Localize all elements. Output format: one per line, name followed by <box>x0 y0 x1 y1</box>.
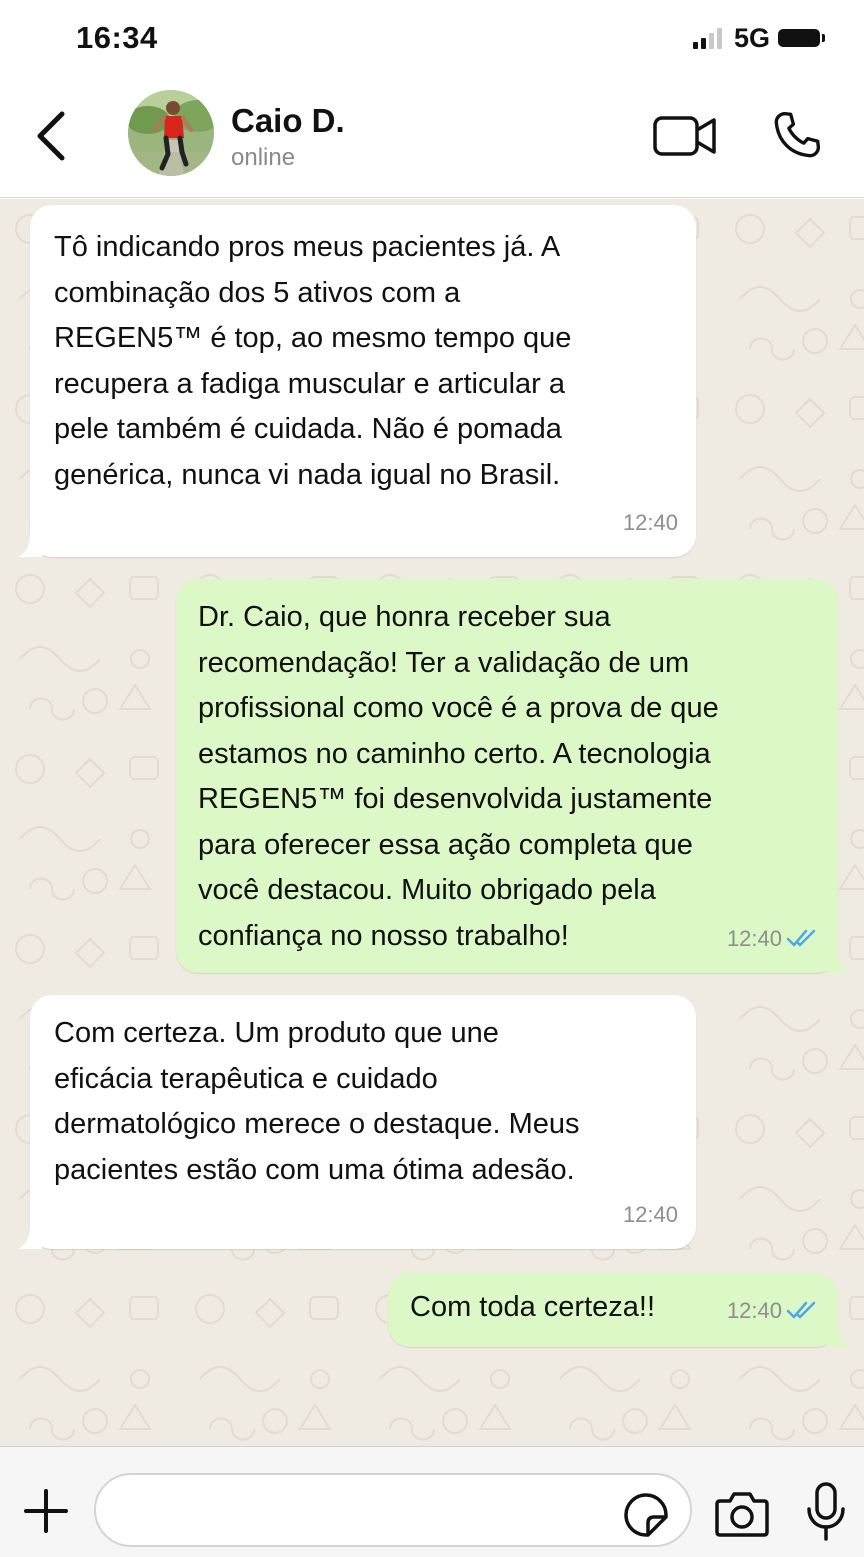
message-bubble-outgoing[interactable]: Dr. Caio, que honra receber sua recomend… <box>176 579 850 973</box>
message-text: Tô indicando pros meus pacientes já. A c… <box>54 231 572 491</box>
sticker-icon <box>624 1493 668 1537</box>
phone-icon <box>774 111 821 158</box>
message-meta: 12:40 <box>727 1288 820 1334</box>
message-time: 12:40 <box>622 1201 678 1227</box>
back-button[interactable] <box>30 106 80 166</box>
chevron-left-icon <box>37 111 65 161</box>
double-check-icon <box>786 1302 816 1319</box>
message-text: Dr. Caio, que honra receber sua recomend… <box>198 601 719 952</box>
runner-photo <box>128 90 214 176</box>
bubble-tail <box>18 535 42 557</box>
message-time: 12:40 <box>726 925 782 951</box>
message-input-bar <box>0 1446 864 1557</box>
chat-header: Caio D. online <box>0 78 864 198</box>
message-input[interactable] <box>94 1473 692 1547</box>
message-meta: 12:40 <box>623 500 678 546</box>
video-call-button[interactable] <box>652 112 718 160</box>
microphone-button[interactable] <box>804 1481 848 1543</box>
bubble-tail <box>826 1325 850 1347</box>
microphone-icon <box>807 1482 845 1541</box>
double-check-icon <box>786 930 816 947</box>
message-meta: 12:40 <box>623 1192 678 1238</box>
avatar[interactable] <box>128 90 214 176</box>
message-bubble-incoming[interactable]: Com certeza. Um produto que une eficácia… <box>18 995 696 1249</box>
network-type: 5G <box>733 22 770 53</box>
chat-area[interactable]: Tô indicando pros meus pacientes já. A c… <box>0 199 864 1446</box>
status-time: 16:34 <box>76 20 158 55</box>
message-time: 12:40 <box>622 509 678 535</box>
message-bubble-outgoing[interactable]: Com toda certeza!! 12:40 <box>388 1273 850 1347</box>
video-camera-icon <box>653 116 716 156</box>
message-text: Com certeza. Um produto que une eficácia… <box>54 1017 580 1186</box>
camera-button[interactable] <box>714 1489 770 1539</box>
battery-icon <box>778 29 825 47</box>
attach-button[interactable] <box>24 1489 68 1533</box>
contact-name[interactable]: Caio D. <box>231 102 345 140</box>
message-time: 12:40 <box>726 1297 782 1323</box>
message-meta: 12:40 <box>727 916 820 962</box>
status-bar: 16:34 5G <box>0 0 864 78</box>
bubble-tail <box>18 1227 42 1249</box>
camera-icon <box>715 1492 769 1537</box>
sticker-button[interactable] <box>622 1491 670 1539</box>
plus-icon <box>24 1489 68 1533</box>
signal-strength-icon <box>692 27 722 49</box>
message-bubble-incoming[interactable]: Tô indicando pros meus pacientes já. A c… <box>18 205 696 557</box>
voice-call-button[interactable] <box>770 108 824 162</box>
status-indicators: 5G <box>692 22 825 54</box>
bubble-tail <box>826 951 850 973</box>
contact-status: online <box>231 144 296 171</box>
